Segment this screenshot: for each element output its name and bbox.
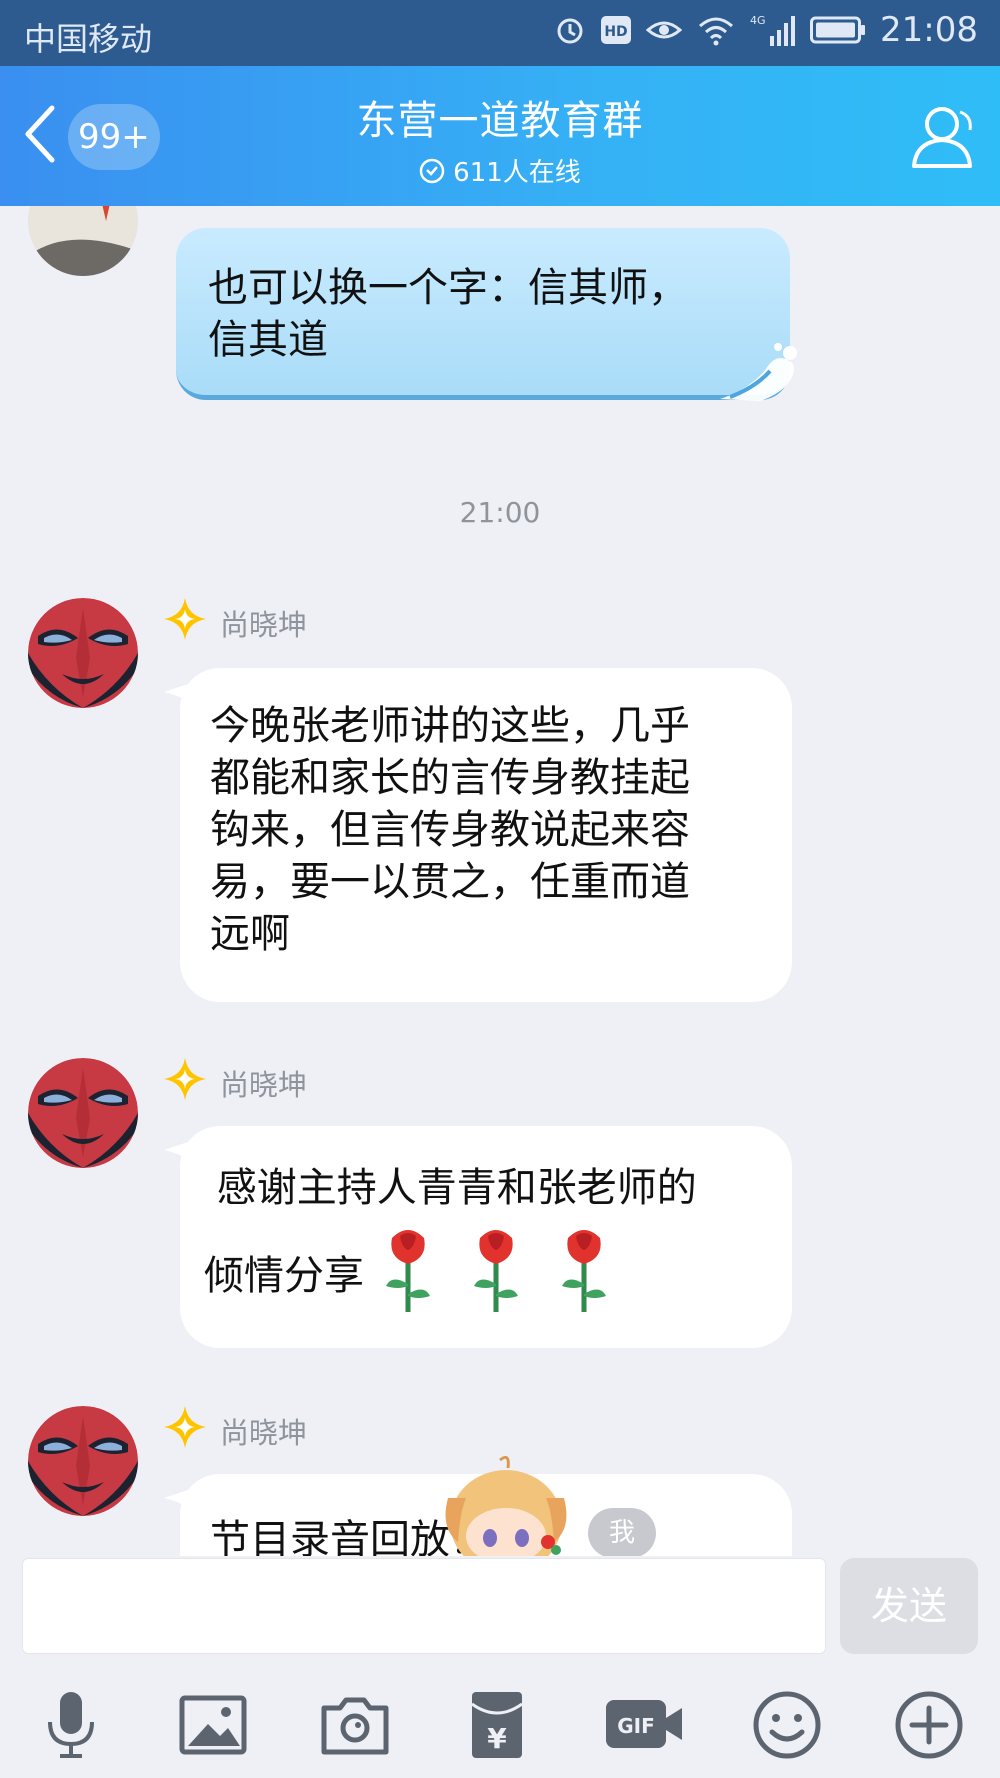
- camera-icon: [321, 1697, 389, 1755]
- image-icon: [179, 1695, 247, 1755]
- red-packet-icon: ¥: [471, 1692, 523, 1758]
- opera-mask-avatar-icon: [28, 1406, 138, 1516]
- landscape-avatar-icon: [28, 206, 138, 276]
- svg-text:HD: HD: [604, 24, 627, 40]
- message-bubble[interactable]: 今晚张老师讲的这些，几乎 都能和家长的言传身教挂起 钩来，但言传身教说起来容 易…: [180, 668, 792, 1002]
- message-text: 感谢主持人青青和张老师的: [204, 1165, 697, 1211]
- signal-icon: 4G: [750, 12, 796, 48]
- group-title: 东营一道教育群: [356, 98, 644, 144]
- message-input[interactable]: [22, 1558, 826, 1654]
- rose-emoji-icon: [386, 1230, 430, 1312]
- red-packet-button[interactable]: ¥: [460, 1688, 534, 1762]
- gif-button[interactable]: GIF: [604, 1688, 684, 1762]
- group-members-button[interactable]: [906, 102, 980, 172]
- alarm-icon: [554, 14, 586, 46]
- member-rank-star-icon: [164, 598, 206, 640]
- svg-text:GIF: GIF: [617, 1714, 655, 1738]
- rose-emoji-icon: [474, 1230, 518, 1312]
- message-text-line2: 倾情分享: [204, 1253, 364, 1299]
- sender-name[interactable]: 尚晓坤: [220, 602, 307, 644]
- chat-header: 99+ 东营一道教育群 611人在线: [0, 66, 1000, 206]
- network-type-label: 4G: [750, 14, 766, 27]
- carrier-label: 中国移动: [24, 20, 153, 58]
- opera-mask-avatar-icon: [28, 1058, 138, 1168]
- user-profile-icon: [912, 107, 972, 168]
- eye-icon: [646, 16, 683, 44]
- message-bubble-self[interactable]: 也可以换一个字：信其师， 信其道: [176, 228, 797, 401]
- message-text: 也可以换一个字：信其师， 信其道: [208, 265, 688, 363]
- gif-icon: GIF: [606, 1700, 682, 1748]
- online-count-label: 611人在线: [453, 158, 581, 188]
- emoji-button[interactable]: [750, 1688, 824, 1762]
- message-list[interactable]: 也可以换一个字：信其师， 信其道 21:00 尚晓坤 今晚张老师讲的这些，几乎 …: [0, 206, 1000, 1556]
- online-status: 611人在线: [419, 152, 581, 189]
- wifi-icon: [696, 14, 736, 46]
- floating-sticker[interactable]: [436, 1452, 576, 1574]
- sender-name[interactable]: 尚晓坤: [220, 1410, 307, 1452]
- wave-decoration-icon: [720, 343, 797, 401]
- input-bar: 发送: [0, 1556, 1000, 1656]
- me-tag[interactable]: 我: [588, 1508, 656, 1558]
- message-text: 今晚张老师讲的这些，几乎 都能和家长的言传身教挂起 钩来，但言传身教说起来容 易…: [210, 703, 690, 957]
- status-bar: 中国移动 HD 4G 21:08: [0, 0, 1000, 66]
- emoji-icon: [753, 1691, 821, 1759]
- battery-icon: [810, 16, 866, 44]
- avatar[interactable]: [28, 598, 138, 708]
- more-button[interactable]: [892, 1688, 966, 1762]
- avatar[interactable]: [28, 206, 138, 276]
- member-rank-star-icon: [164, 1406, 206, 1448]
- avatar[interactable]: [28, 1058, 138, 1168]
- microphone-icon: [48, 1692, 94, 1758]
- voice-button[interactable]: [34, 1688, 108, 1762]
- message-bubble[interactable]: 感谢主持人青青和张老师的 倾情分享: [180, 1126, 792, 1348]
- svg-text:¥: ¥: [487, 1722, 507, 1755]
- hd-icon: HD: [600, 15, 632, 45]
- check-circle-icon: [419, 158, 445, 183]
- rose-emoji-icon: [562, 1230, 606, 1312]
- clock-time: 21:08: [880, 10, 978, 50]
- avatar[interactable]: [28, 1406, 138, 1516]
- input-toolbar: ¥ GIF: [0, 1670, 1000, 1778]
- opera-mask-avatar-icon: [28, 598, 138, 708]
- sender-name[interactable]: 尚晓坤: [220, 1062, 307, 1104]
- camera-button[interactable]: [318, 1688, 392, 1762]
- plus-icon: [895, 1691, 963, 1759]
- image-button[interactable]: [176, 1688, 250, 1762]
- member-rank-star-icon: [164, 1058, 206, 1100]
- anime-girl-sticker-icon: [445, 1455, 567, 1574]
- message-timestamp: 21:00: [459, 496, 541, 529]
- send-button[interactable]: 发送: [840, 1558, 978, 1654]
